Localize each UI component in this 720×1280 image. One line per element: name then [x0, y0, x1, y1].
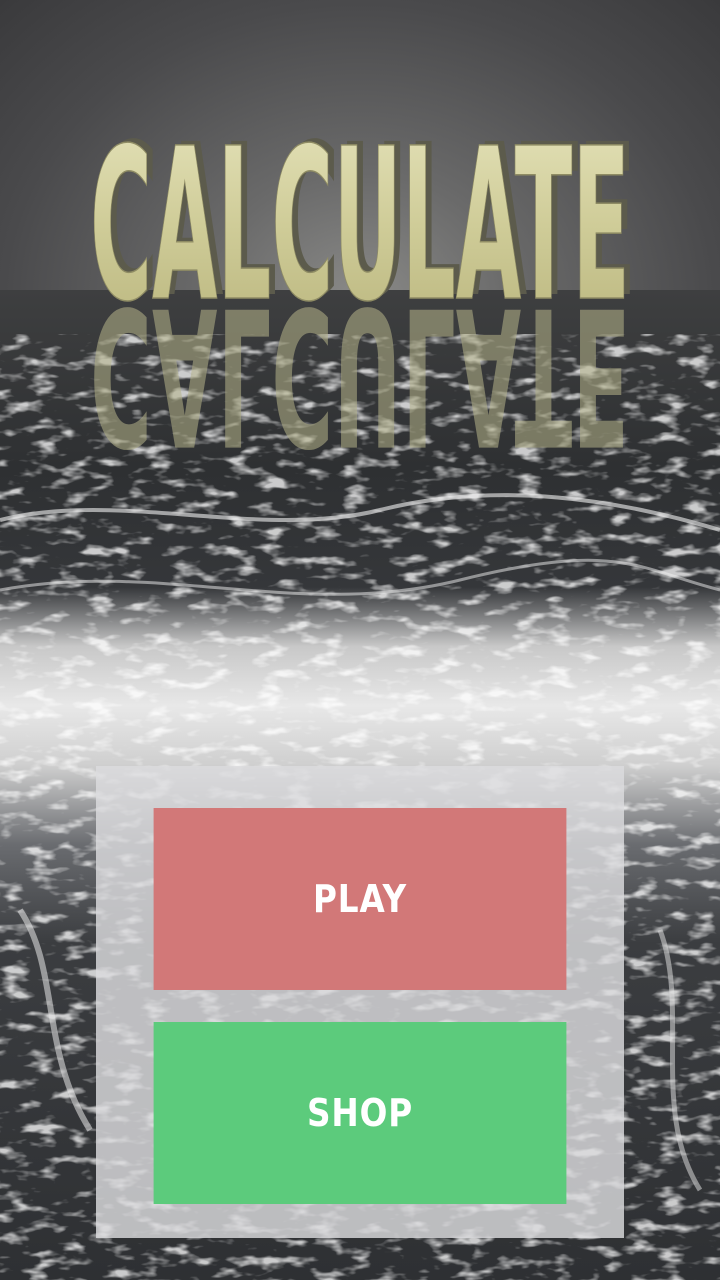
play-button[interactable]: PLAY [153, 808, 567, 990]
shop-button-label: SHOP [306, 1091, 414, 1135]
game-title-reflection: CALCULATE [90, 300, 630, 470]
game-logo: CALCULATE CALCULATE [89, 120, 636, 310]
main-menu-screen: CALCULATE CALCULATE CALCULATE PLAY SHOP [0, 0, 720, 1280]
menu-panel: PLAY SHOP [96, 766, 624, 1238]
play-button-label: PLAY [312, 877, 408, 921]
game-logo-reflection: CALCULATE [90, 300, 630, 470]
game-title-face: CALCULATE [90, 120, 630, 310]
shop-button[interactable]: SHOP [153, 1022, 567, 1204]
